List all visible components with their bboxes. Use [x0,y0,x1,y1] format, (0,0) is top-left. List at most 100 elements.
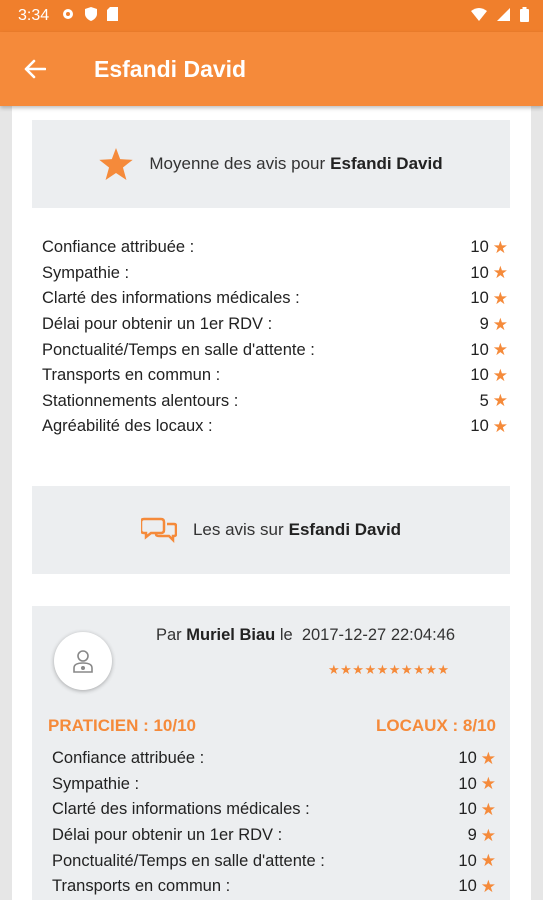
settings-icon [61,7,75,25]
review-date: 2017-12-27 22:04:46 [301,626,456,644]
rating-value-group: 10 ★ [470,289,508,309]
rating-value-group: 9 ★ [468,826,496,846]
rating-value: 9 [479,315,489,334]
rating-row: Confiance attribuée : 10 ★ [42,235,508,261]
rating-label: Transports en commun : [52,877,231,896]
status-time: 3:34 [18,7,50,24]
reviews-banner: Les avis sur Esfandi David [32,486,510,574]
rating-row: Ponctualité/Temps en salle d'attente : 10… [52,848,496,874]
rating-label: Délai pour obtenir un 1er RDV : [52,826,283,845]
rating-value: 10 [458,877,477,896]
rating-value-group: 10 ★ [458,774,496,794]
review-stars: ★★★★★★★★★★ [328,662,450,677]
signal-icon [497,7,510,25]
average-label: Moyenne des avis pour [149,154,326,173]
page-title: Esfandi David [94,55,247,82]
average-banner: Moyenne des avis pour Esfandi David [32,120,510,208]
rating-label: Clarté des informations médicales : [52,800,310,819]
rating-value: 10 [458,800,477,819]
rating-value: 5 [479,391,489,410]
reviews-label: Les avis sur [192,520,284,539]
battery-icon [520,6,529,26]
rating-value-group: 10 ★ [470,366,508,386]
rating-value-group: 10 ★ [458,877,496,897]
average-doctor-name: Esfandi David [330,154,443,173]
star-icon: ★ [492,416,508,436]
doctor-icon [73,650,93,673]
rating-value: 9 [467,826,477,845]
review-author: Muriel Biau [186,626,276,644]
app-bar: Esfandi David [0,32,543,106]
rating-label: Délai pour obtenir un 1er RDV : [42,315,273,334]
rating-row: Clarté des informations médicales : 10 ★ [52,797,496,823]
review-scores: PRATICIEN : 10/10 LOCAUX : 8/10 [48,716,496,736]
avatar [54,632,112,690]
rating-row: Confiance attribuée : 10 ★ [52,746,496,772]
star-icon: ★ [492,288,508,308]
praticien-score: PRATICIEN : 10/10 [48,716,197,735]
reviews-doctor-name: Esfandi David [288,520,402,539]
rating-value: 10 [470,263,489,282]
rating-value: 10 [458,851,477,870]
rating-label: Sympathie : [42,263,130,282]
rating-value-group: 10 ★ [470,263,508,283]
star-icon: ★ [492,237,508,257]
rating-value: 10 [470,417,489,436]
rating-value-group: 10 ★ [458,749,496,769]
rating-value: 10 [470,289,489,308]
star-icon: ★ [480,851,496,871]
rating-value: 10 [470,366,489,385]
rating-value-group: 10 ★ [470,340,508,360]
rating-label: Clarté des informations médicales : [42,289,300,308]
review-date-label: le [279,626,293,644]
sd-card-icon [107,7,119,25]
star-icon: ★ [492,314,508,334]
star-icon: ★ [480,774,496,794]
rating-row: Ponctualité/Temps en salle d'attente : 10… [42,337,508,363]
chat-bubbles-icon [140,516,177,544]
star-icon: ★ [492,263,508,283]
review-card: Par Muriel Biau le 2017-12-27 22:04:46 ★… [32,606,510,900]
rating-row: Transports en commun : 10 ★ [42,363,508,389]
rating-value-group: 9 ★ [480,315,508,335]
rating-label: Ponctualité/Temps en salle d'attente : [52,851,325,870]
wifi-icon [471,7,487,25]
star-icon: ★ [492,340,508,360]
rating-value: 10 [458,749,477,768]
locaux-score: LOCAUX : 8/10 [376,716,496,735]
rating-label: Ponctualité/Temps en salle d'attente : [42,340,315,359]
rating-value-group: 10 ★ [458,851,496,871]
star-icon: ★ [480,825,496,845]
back-button[interactable] [0,32,70,106]
rating-row: Délai pour obtenir un 1er RDV : 9 ★ [42,312,508,338]
rating-row: Sympathie : 10 ★ [52,772,496,798]
rating-row: Sympathie : 10 ★ [42,261,508,287]
rating-value-group: 10 ★ [470,417,508,437]
star-icon [99,148,134,180]
shield-icon [85,7,98,25]
arrow-left-icon [24,59,46,79]
rating-row: Transports en commun : 10 ★ [52,874,496,900]
star-icon: ★ [480,799,496,819]
rating-label: Sympathie : [52,774,140,793]
review-by-label: Par [156,626,182,644]
status-bar: 3:34 [0,0,543,32]
rating-row: Stationnements alentours : 5 ★ [42,389,508,415]
rating-row: Délai pour obtenir un 1er RDV : 9 ★ [52,823,496,849]
rating-label: Confiance attribuée : [42,238,195,257]
rating-label: Stationnements alentours : [42,391,239,410]
star-icon: ★ [480,748,496,768]
content-panel[interactable]: Moyenne des avis pour Esfandi David Conf… [12,106,531,900]
review-ratings-list: Confiance attribuée :10 ★ Sympathie :10 ★ Cl… [52,746,496,900]
rating-label: Agréabilité des locaux : [42,417,213,436]
rating-row: Agréabilité des locaux : 10 ★ [42,414,508,440]
review-header: Par Muriel Biau le 2017-12-27 22:04:46 [156,626,455,645]
rating-row: Clarté des informations médicales : 10 ★ [42,286,508,312]
rating-value-group: 5 ★ [480,391,508,411]
star-icon: ★ [492,391,508,411]
rating-value: 10 [470,238,489,257]
rating-label: Confiance attribuée : [52,749,205,768]
star-icon: ★ [480,876,496,896]
rating-value-group: 10 ★ [458,800,496,820]
rating-value: 10 [470,340,489,359]
